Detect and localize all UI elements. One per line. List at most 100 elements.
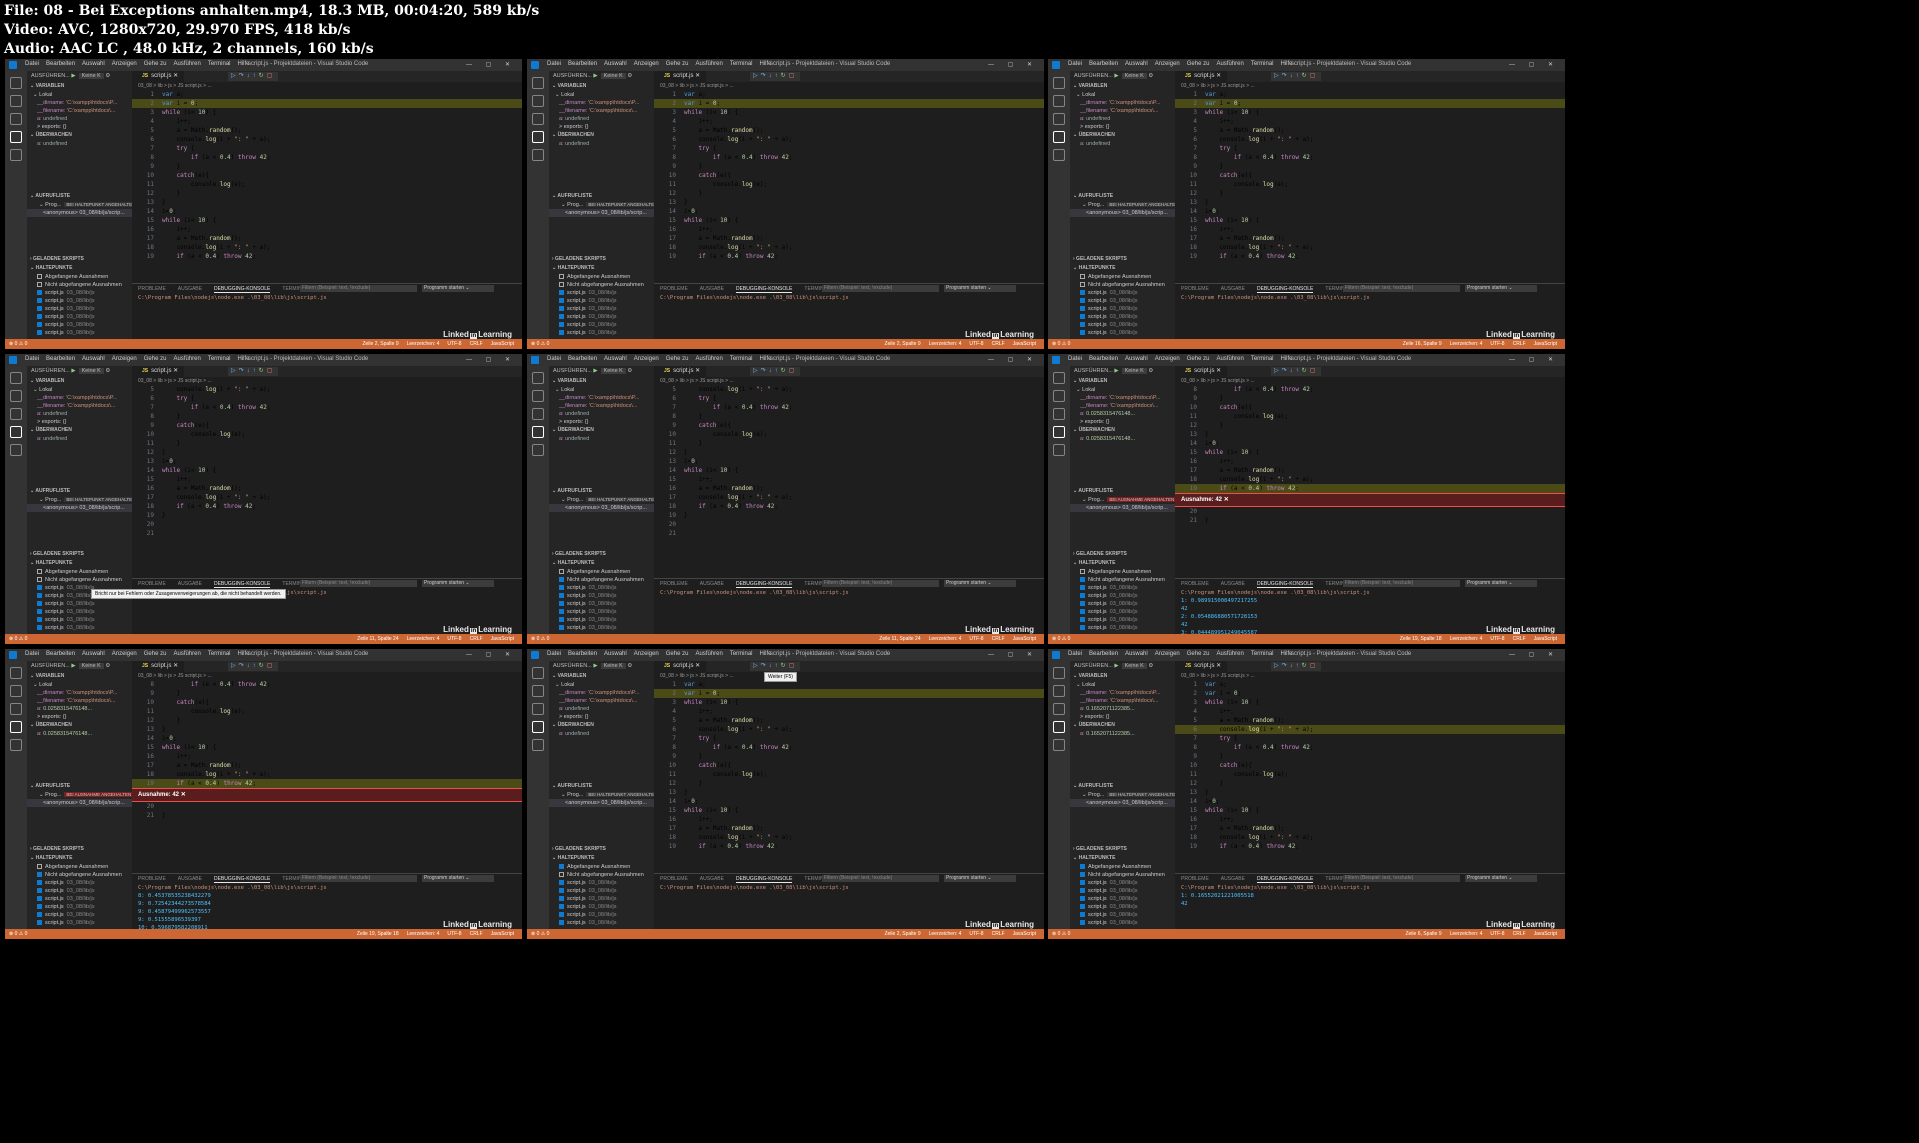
line-number[interactable]: 12: [1175, 421, 1197, 430]
menu-item[interactable]: Ausführen: [173, 61, 200, 67]
breakpoint-checkbox[interactable]: [37, 290, 42, 296]
panel-tab[interactable]: PROBLEME: [1181, 286, 1209, 292]
gear-icon[interactable]: ⚙: [627, 73, 632, 79]
source-control-icon[interactable]: [10, 113, 22, 125]
menu-item[interactable]: Auswahl: [1125, 61, 1148, 67]
code-line[interactable]: 10 catch(e){: [654, 171, 1044, 180]
callstack-thread[interactable]: ⌄ Prog... BEI HALTEPUNKT ANGEHALTEN: [27, 496, 132, 504]
breakpoint-checkbox[interactable]: [37, 601, 42, 607]
line-number[interactable]: 12: [1175, 779, 1197, 788]
line-number[interactable]: 17: [1175, 824, 1197, 833]
source-control-icon[interactable]: [10, 408, 22, 420]
panel-tab[interactable]: PROBLEME: [660, 581, 688, 587]
launch-config-select[interactable]: Keine K: [600, 73, 626, 79]
step-over-icon[interactable]: ↷: [761, 368, 769, 374]
status-item[interactable]: CRLF: [992, 341, 1005, 347]
line-number[interactable]: 1: [654, 680, 676, 689]
line-number[interactable]: 6: [654, 725, 676, 734]
code-line[interactable]: 2 var i = 0;: [654, 689, 1044, 698]
watch-header[interactable]: ⌄ ÜBERWACHEN: [27, 426, 132, 435]
debug-toolbar[interactable]: ▷↷↓↑↻▢: [228, 72, 279, 81]
cursor-position[interactable]: Zeile 2, Spalte 9: [884, 341, 920, 347]
gear-icon[interactable]: ⚙: [627, 368, 632, 374]
line-number[interactable]: 10: [132, 698, 154, 707]
launch-config-select[interactable]: Keine K: [78, 368, 104, 374]
var-filename[interactable]: __filename: 'C:\xampp\htdocs\...: [1070, 402, 1175, 410]
uncaught-exceptions-checkbox[interactable]: [37, 282, 42, 288]
code-line[interactable]: 6 console.log(i + ": " + a);: [132, 135, 522, 144]
breakpoint-entry[interactable]: script.js 03_08/lib/js: [549, 297, 654, 305]
menu-item[interactable]: Gehe zu: [1187, 651, 1210, 657]
menu-item[interactable]: Datei: [547, 651, 561, 657]
code-line[interactable]: 2 var i = 0;: [132, 99, 522, 108]
step-over-icon[interactable]: ↷: [1282, 368, 1290, 374]
var-exports[interactable]: > exports: {}: [27, 713, 132, 721]
breakpoint-checkbox[interactable]: [1080, 896, 1085, 902]
code-line[interactable]: 4 i++;: [1175, 117, 1565, 126]
menu-item[interactable]: Anzeigen: [112, 651, 137, 657]
debug-status[interactable]: ⊗ 0 ⚠ 0: [1052, 339, 1070, 349]
line-number[interactable]: 1: [1175, 680, 1197, 689]
menu-item[interactable]: Ausführen: [695, 651, 722, 657]
callstack-thread[interactable]: ⌄ Prog... BEI AUSNAHME ANGEHALTEN: [27, 791, 132, 799]
code-line[interactable]: 1 var a;: [654, 680, 1044, 689]
code-line[interactable]: 16 i++;: [1175, 815, 1565, 824]
panel-tab[interactable]: DEBUGGING-KONSOLE: [213, 286, 271, 293]
line-number[interactable]: 16: [654, 484, 676, 493]
window-controls[interactable]: — ▢ ✕: [466, 356, 516, 363]
code-area[interactable]: 5 console.log(i + ": " + a); 6 try {7 if …: [132, 385, 522, 538]
breakpoint-entry[interactable]: script.js 03_08/lib/js: [27, 887, 132, 895]
line-number[interactable]: 8: [132, 412, 154, 421]
code-line[interactable]: 9 }: [654, 162, 1044, 171]
code-line[interactable]: 12}: [654, 448, 1044, 457]
play-icon[interactable]: ▶: [593, 368, 597, 374]
close-icon[interactable]: ✕: [181, 792, 186, 798]
scope-local[interactable]: ⌄ Lokal: [1070, 91, 1175, 99]
code-line[interactable]: 14 while (i< 10) {: [132, 466, 522, 475]
source-control-icon[interactable]: [1053, 113, 1065, 125]
breadcrumb[interactable]: 03_08 > lib > js > JS script.js > ...: [132, 672, 522, 680]
window-controls[interactable]: — ▢ ✕: [988, 61, 1038, 68]
program-select[interactable]: Programm starten ⌄: [1465, 285, 1537, 292]
line-number[interactable]: 20: [132, 520, 154, 529]
callstack-frame[interactable]: <anonymous> 03_08/lib/js/scrip...: [27, 209, 132, 217]
uncaught-exceptions-checkbox[interactable]: [559, 872, 564, 878]
line-number[interactable]: 19: [132, 779, 154, 788]
status-item[interactable]: JavaScript: [491, 931, 514, 937]
cursor-position[interactable]: Zeile 19, Spalte 18: [1400, 636, 1442, 642]
line-number[interactable]: 19: [1175, 842, 1197, 851]
breakpoint-entry[interactable]: script.js 03_08/lib/js: [1070, 879, 1175, 887]
debug-status[interactable]: ⊗ 0 ⚠ 0: [531, 929, 549, 939]
continue-icon[interactable]: ▷: [231, 73, 239, 79]
code-line[interactable]: 7 if (a < 0.4) throw 42;: [132, 403, 522, 412]
console-filter-input[interactable]: Filtern (Beispiel: text, !exclude): [300, 285, 417, 292]
line-number[interactable]: 15: [1175, 448, 1197, 457]
status-item[interactable]: JavaScript: [1013, 636, 1036, 642]
code-line[interactable]: 17 a = Math.random();: [1175, 234, 1565, 243]
var-dirname[interactable]: __dirname: 'C:\xampp\htdocs\P...: [1070, 689, 1175, 697]
breakpoint-entry[interactable]: script.js 03_08/lib/js: [549, 616, 654, 624]
continue-icon[interactable]: ▷: [231, 368, 239, 374]
menu-item[interactable]: Auswahl: [82, 61, 105, 67]
code-line[interactable]: 19}: [654, 511, 1044, 520]
code-line[interactable]: 10 catch(e){: [654, 761, 1044, 770]
caught-exceptions-option[interactable]: Abgefangene Ausnahmen: [1070, 568, 1175, 576]
code-line[interactable]: 19 if (a < 0.4) throw 42;: [654, 842, 1044, 851]
uncaught-exceptions-option[interactable]: Nicht abgefangene Ausnahmen: [549, 281, 654, 289]
code-line[interactable]: 20: [132, 520, 522, 529]
code-line[interactable]: 10 catch(e){: [1175, 761, 1565, 770]
line-number[interactable]: 12: [654, 189, 676, 198]
code-line[interactable]: 5 console.log(i + ": " + a);: [132, 385, 522, 394]
code-line[interactable]: 12 }: [1175, 779, 1565, 788]
breakpoint-entry[interactable]: script.js 03_08/lib/js: [1070, 329, 1175, 337]
line-number[interactable]: 18: [654, 833, 676, 842]
code-line[interactable]: 16 i++;: [132, 752, 522, 761]
extensions-icon[interactable]: [10, 739, 22, 751]
menu-item[interactable]: Ausführen: [1216, 651, 1243, 657]
line-number[interactable]: 6: [1175, 135, 1197, 144]
var-dirname[interactable]: __dirname: 'C:\xampp\htdocs\P...: [27, 394, 132, 402]
line-number[interactable]: 10: [654, 761, 676, 770]
menu-item[interactable]: Bearbeiten: [46, 61, 75, 67]
watch-header[interactable]: ⌄ ÜBERWACHEN: [549, 426, 654, 435]
stop-icon[interactable]: ▢: [1310, 663, 1319, 669]
